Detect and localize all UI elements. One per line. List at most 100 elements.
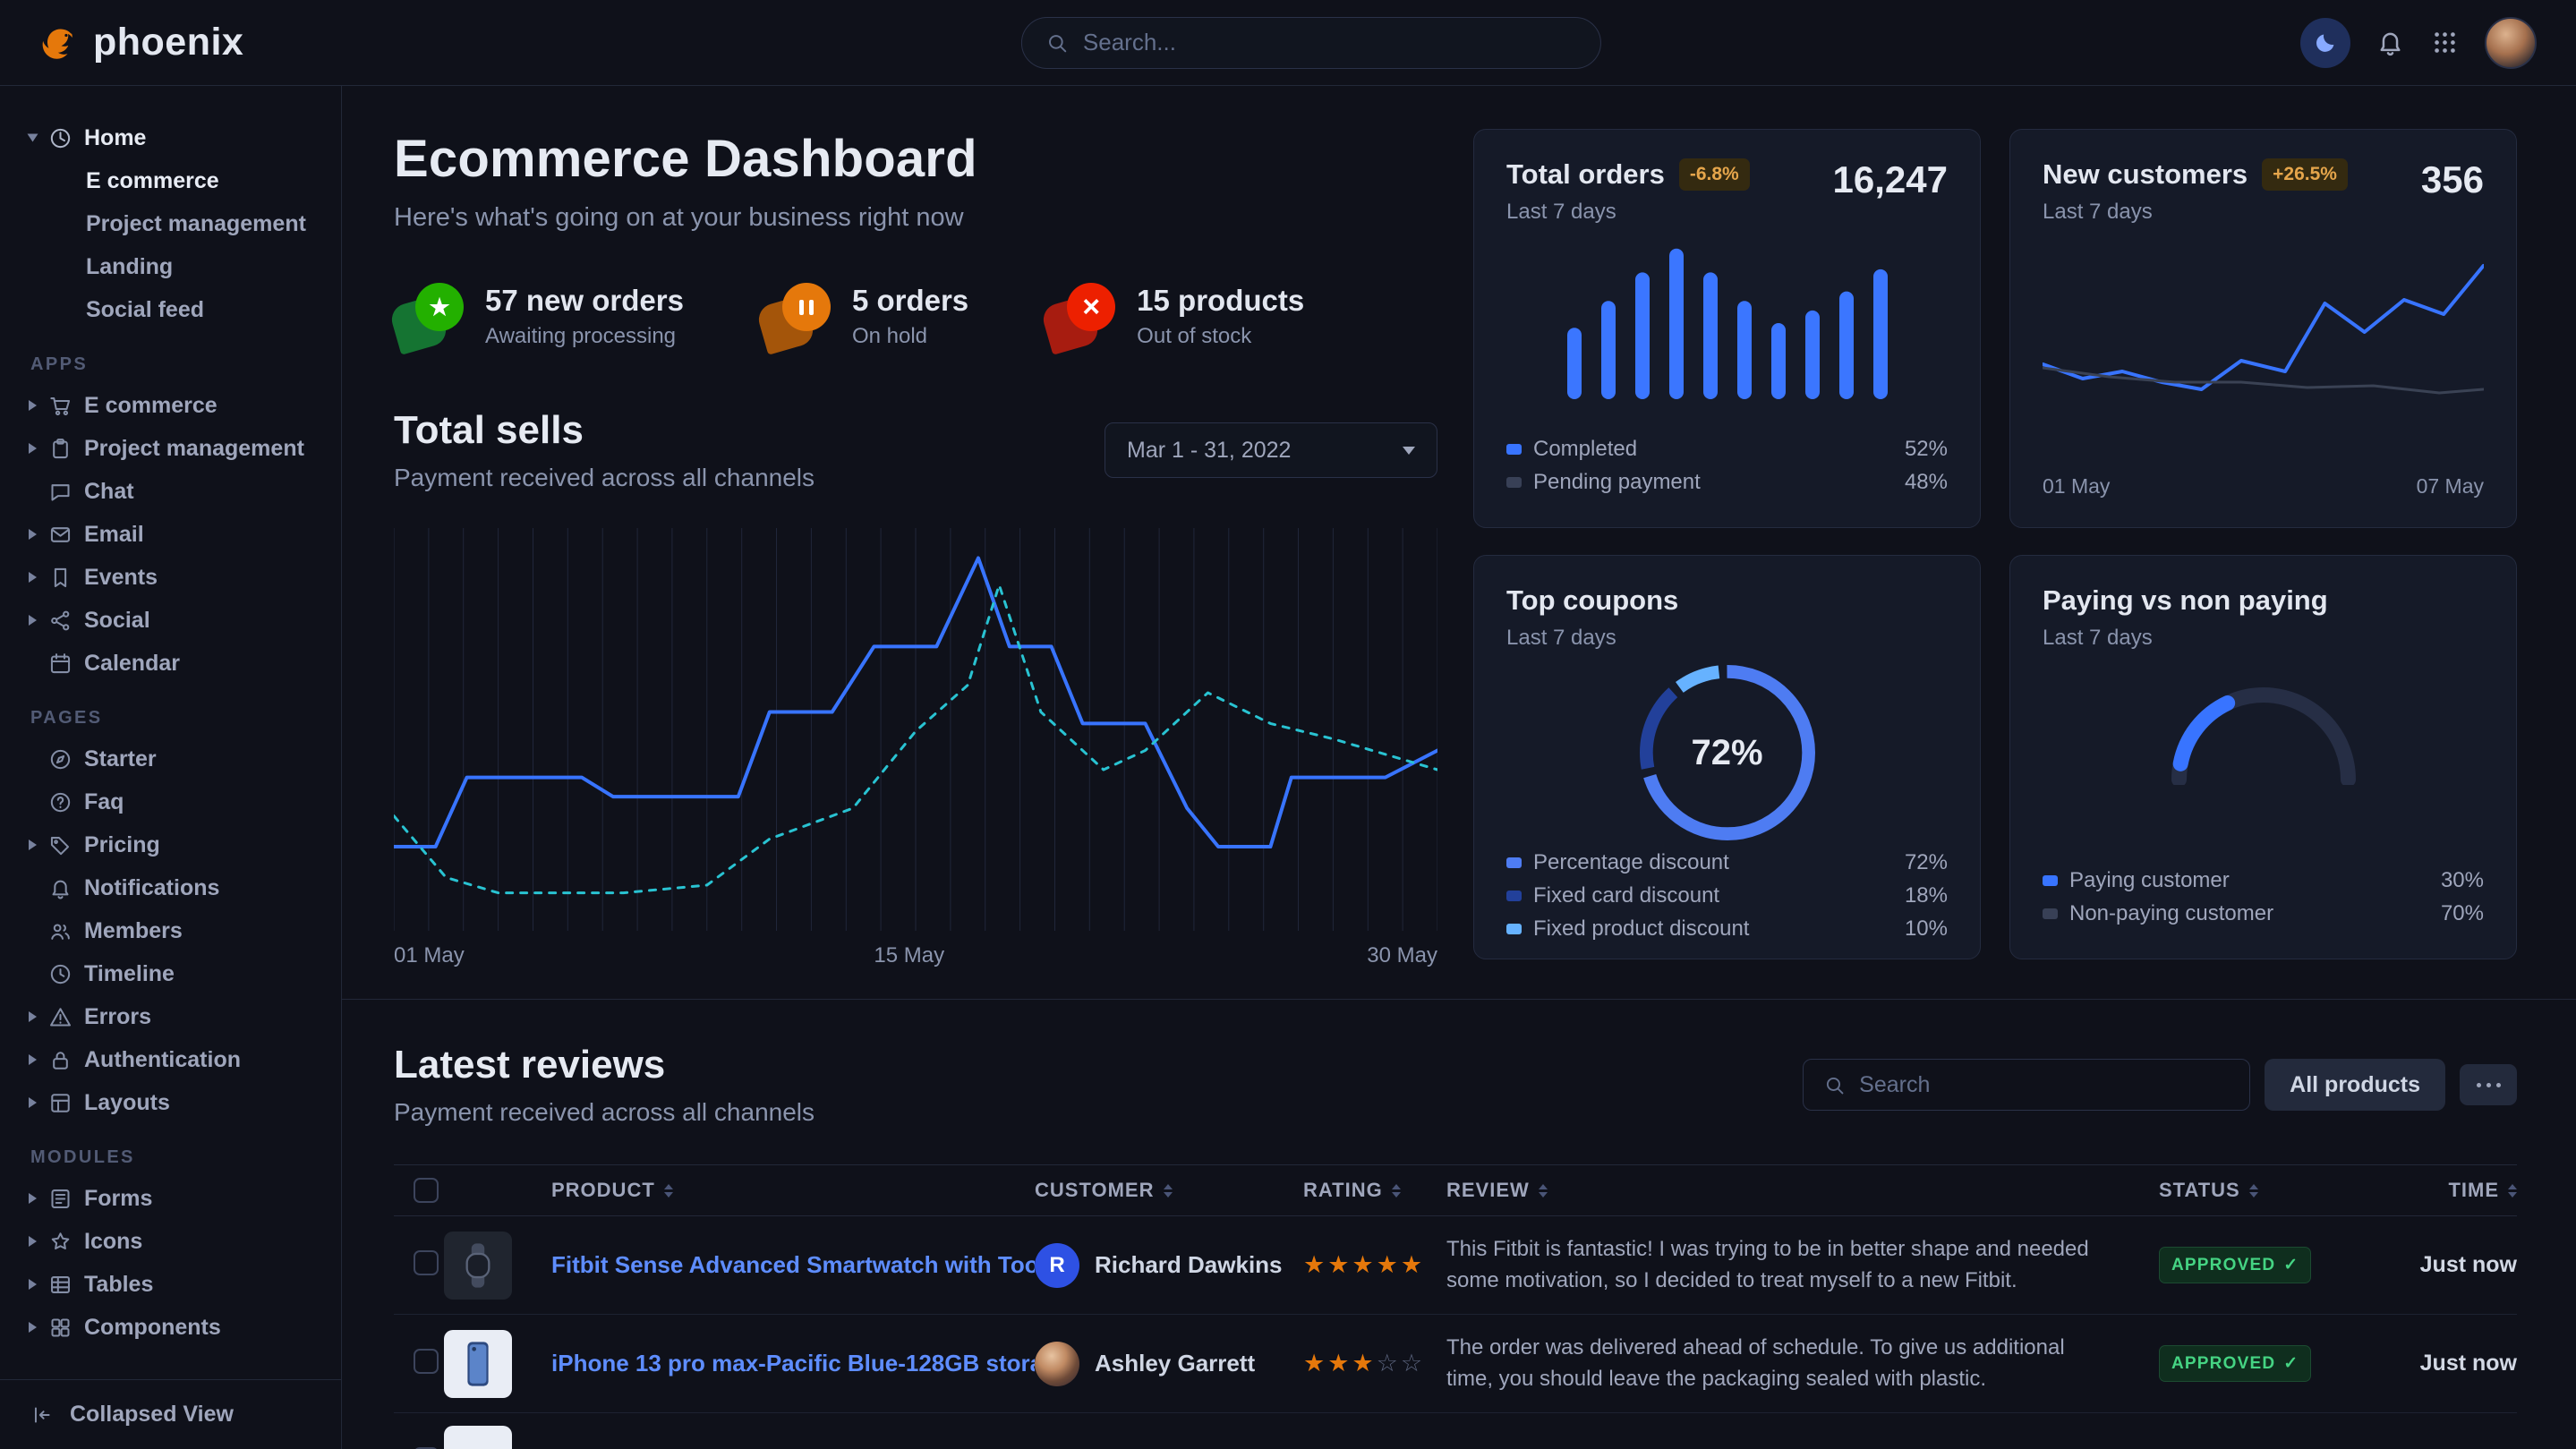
legend-marker [1506, 924, 1522, 934]
sidebar-item-email[interactable]: Email [21, 513, 320, 556]
paying-gauge-chart-svg [2170, 678, 2358, 785]
check-icon: ✓ [2283, 1353, 2299, 1374]
phoenix-logo-icon [39, 23, 79, 63]
legend-value: 52% [1905, 437, 1948, 462]
reviews-search-input[interactable]: Search [1803, 1059, 2250, 1111]
brand-link[interactable]: phoenix [39, 21, 243, 64]
column-header-rating[interactable]: RATING [1303, 1179, 1446, 1202]
sidebar-item-forms[interactable]: Forms [21, 1177, 320, 1220]
caret-right-icon [29, 1054, 37, 1065]
new-orders-badge-icon: ★ [394, 283, 464, 349]
total-orders-card: Total orders -6.8% Last 7 days 16,247 [1473, 129, 1981, 528]
legend-marker [1506, 477, 1522, 488]
compass-icon [48, 747, 73, 771]
clock-icon [48, 962, 73, 986]
sort-icon[interactable] [1539, 1184, 1548, 1198]
caret-right-icon [29, 572, 37, 583]
sort-icon[interactable] [664, 1184, 673, 1198]
product-image[interactable] [444, 1232, 512, 1300]
product-link[interactable]: Fitbit Sense Advanced Smartwatch with To… [551, 1251, 1035, 1279]
search-placeholder: Search... [1083, 29, 1176, 56]
cart-icon [48, 394, 73, 418]
row-checkbox[interactable] [414, 1349, 439, 1374]
column-header-status[interactable]: STATUS [2159, 1179, 2365, 1202]
page-layout: HomeE commerceProject managementLandingS… [0, 86, 2576, 1449]
product-image[interactable] [444, 1426, 512, 1449]
sidebar-item-project-management[interactable]: Project management [21, 202, 320, 245]
paying-vs-non-paying-card: Paying vs non paying Last 7 days Paying … [2009, 555, 2517, 959]
sidebar-item-social-feed[interactable]: Social feed [21, 288, 320, 331]
review-text: This Fitbit is fantastic! I was trying t… [1446, 1234, 2159, 1297]
row-checkbox[interactable] [414, 1250, 439, 1275]
sidebar-item-members[interactable]: Members [21, 909, 320, 952]
more-options-button[interactable] [2460, 1064, 2517, 1105]
reviews-table-header: PRODUCTCUSTOMERRATINGREVIEWSTATUSTIME [394, 1164, 2517, 1216]
sidebar-item-faq[interactable]: Faq [21, 780, 320, 823]
column-header-product[interactable]: PRODUCT [444, 1179, 1035, 1202]
date-range-select[interactable]: Mar 1 - 31, 2022 [1105, 422, 1437, 478]
reviews-controls: Search All products [1803, 1059, 2517, 1111]
sidebar-item-home[interactable]: Home [21, 116, 320, 159]
sidebar-item-e-commerce[interactable]: E commerce [21, 384, 320, 427]
legend-item: Completed 52% [1506, 432, 1948, 465]
on-hold-badge-icon [761, 283, 831, 349]
date-range-value: Mar 1 - 31, 2022 [1127, 438, 1291, 464]
product-image[interactable] [444, 1330, 512, 1398]
sidebar-item-starter[interactable]: Starter [21, 737, 320, 780]
sidebar-item-social[interactable]: Social [21, 599, 320, 642]
user-avatar[interactable] [2485, 17, 2537, 69]
sidebar-item-icons[interactable]: Icons [21, 1220, 320, 1263]
column-header-review[interactable]: REVIEW [1446, 1179, 2159, 1202]
lock-icon [48, 1048, 73, 1072]
select-all-checkbox[interactable] [394, 1178, 444, 1203]
new-customers-card: New customers +26.5% Last 7 days 356 01 … [2009, 129, 2517, 528]
navbar-actions [2300, 17, 2537, 69]
staricon-icon [48, 1230, 73, 1254]
review-time: Just now [2365, 1351, 2517, 1377]
sidebar-item-chat[interactable]: Chat [21, 470, 320, 513]
sort-icon[interactable] [2508, 1184, 2517, 1198]
notifications-button[interactable] [2376, 28, 2405, 57]
sort-icon[interactable] [2249, 1184, 2258, 1198]
legend-item: Percentage discount 72% [1506, 846, 1948, 879]
sidebar-item-calendar[interactable]: Calendar [21, 642, 320, 685]
sidebar-item-layouts[interactable]: Layouts [21, 1081, 320, 1124]
global-search-input[interactable]: Search... [1021, 17, 1601, 69]
status-badge: APPROVED ✓ [2159, 1345, 2311, 1382]
stat-new-orders: ★ 57 new orders Awaiting processing [394, 283, 684, 349]
bell-icon [2376, 28, 2405, 57]
x-tick: 01 May [394, 943, 465, 968]
sidebar-item-tables[interactable]: Tables [21, 1263, 320, 1306]
theme-toggle-button[interactable] [2300, 18, 2350, 68]
sidebar-item-project-management[interactable]: Project management [21, 427, 320, 470]
donut-center-value: 72% [1640, 665, 1815, 840]
sidebar-item-pricing[interactable]: Pricing [21, 823, 320, 866]
sidebar-item-components[interactable]: Components [21, 1306, 320, 1349]
legend-marker [1506, 891, 1522, 901]
table-icon [48, 1273, 73, 1297]
collapsed-view-button[interactable]: Collapsed View [0, 1379, 341, 1449]
moon-icon [2312, 30, 2339, 56]
sidebar-item-errors[interactable]: Errors [21, 995, 320, 1038]
sidebar-item-e-commerce[interactable]: E commerce [21, 159, 320, 202]
legend-label: Percentage discount [1533, 850, 1729, 875]
legend-item: Non-paying customer 70% [2043, 897, 2484, 930]
sort-icon[interactable] [1392, 1184, 1401, 1198]
home-submenu: E commerceProject managementLandingSocia… [21, 159, 320, 331]
sidebar-item-authentication[interactable]: Authentication [21, 1038, 320, 1081]
apps-menu-button[interactable] [2430, 28, 2460, 57]
sort-icon[interactable] [1164, 1184, 1173, 1198]
sidebar-item-events[interactable]: Events [21, 556, 320, 599]
column-header-customer[interactable]: CUSTOMER [1035, 1179, 1303, 1202]
change-badge: +26.5% [2262, 158, 2348, 191]
card-period: Last 7 days [1506, 626, 1948, 651]
x-tick: 01 May [2043, 474, 2110, 499]
column-header-time[interactable]: TIME [2365, 1179, 2517, 1202]
sidebar-item-landing[interactable]: Landing [21, 245, 320, 288]
sidebar-item-timeline[interactable]: Timeline [21, 952, 320, 995]
sidebar-item-notifications[interactable]: Notifications [21, 866, 320, 909]
product-link[interactable]: iPhone 13 pro max-Pacific Blue-128GB sto… [551, 1350, 1035, 1377]
review-text: The order was delivered ahead of schedul… [1446, 1333, 2159, 1395]
all-products-button[interactable]: All products [2265, 1059, 2445, 1111]
reviews-search-placeholder: Search [1859, 1072, 1930, 1098]
